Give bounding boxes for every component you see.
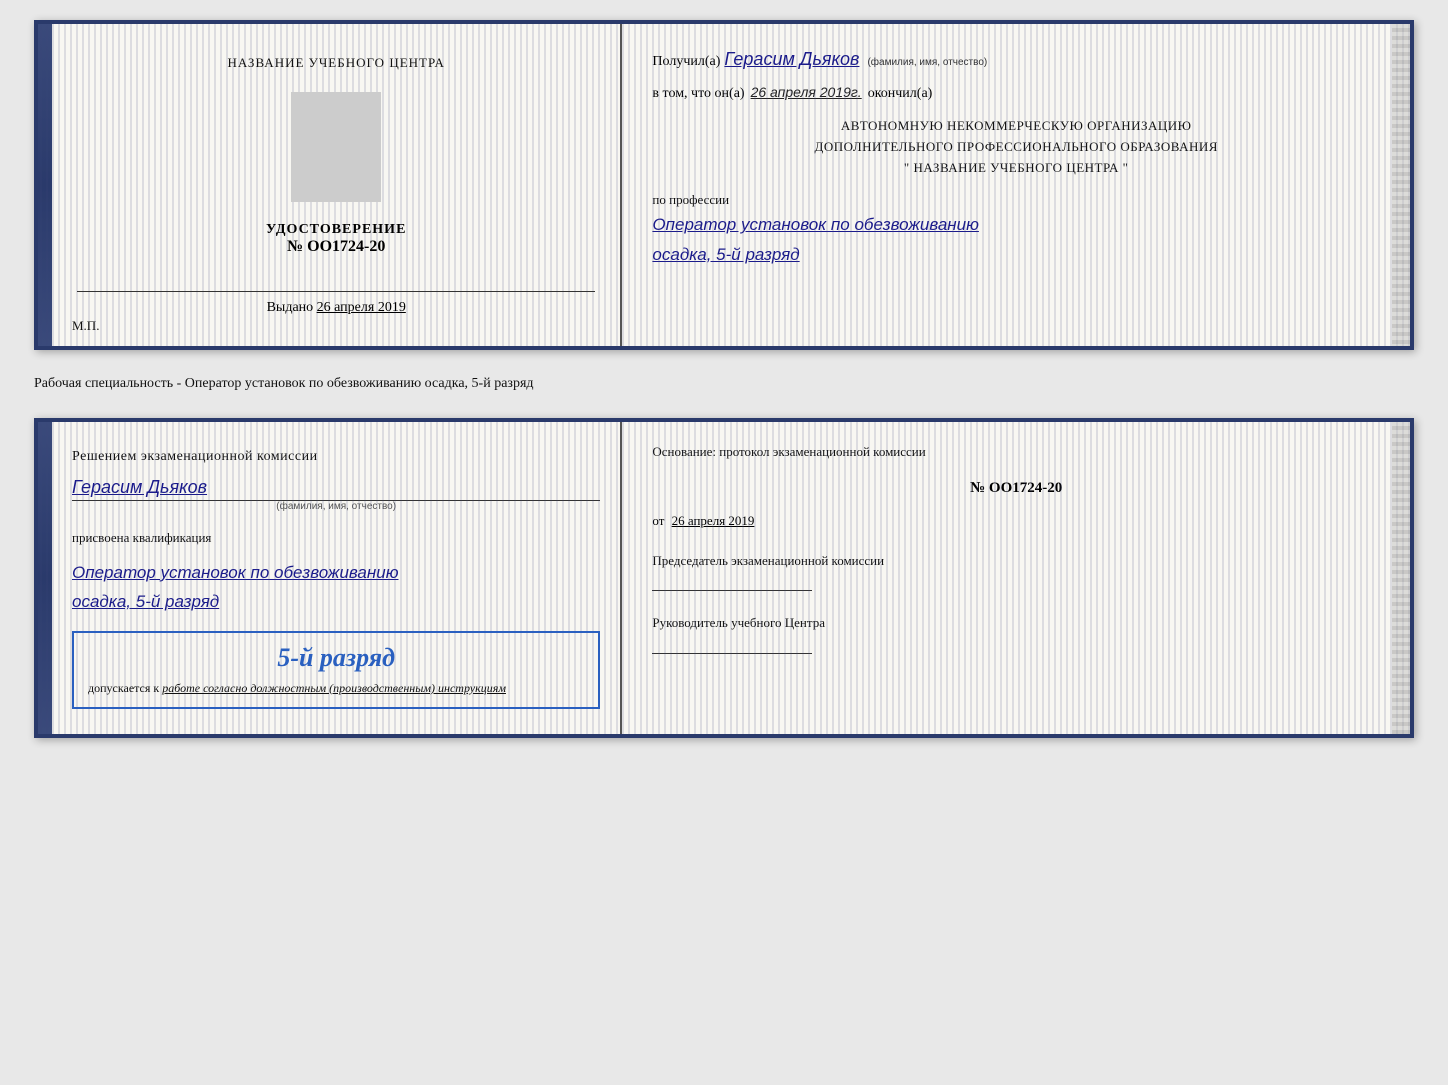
- right-texture-2: [1392, 422, 1410, 734]
- vtom-date: 26 апреля 2019г.: [751, 84, 862, 100]
- protocol-number-block: № OO1724-20: [652, 474, 1380, 497]
- org-line1: АВТОНОМНУЮ НЕКОММЕРЧЕСКУЮ ОРГАНИЗАЦИЮ: [652, 116, 1380, 137]
- rukovoditel-block: Руководитель учебного Центра: [652, 613, 1380, 654]
- card1-left-panel: НАЗВАНИЕ УЧЕБНОГО ЦЕНТРА УДОСТОВЕРЕНИЕ №…: [52, 24, 622, 346]
- right-texture: [1392, 24, 1410, 346]
- certificate-card-2: Решением экзаменационной комиссии Гераси…: [34, 418, 1414, 738]
- chairman-block: Председатель экзаменационной комиссии: [652, 551, 1380, 592]
- certificate-card-1: НАЗВАНИЕ УЧЕБНОГО ЦЕНТРА УДОСТОВЕРЕНИЕ №…: [34, 20, 1414, 350]
- rukovoditel-sig-line: [652, 653, 812, 654]
- mp-label: М.П.: [72, 318, 99, 334]
- vtom-line: в том, что он(а) 26 апреля 2019г. окончи…: [652, 84, 1380, 102]
- person-name-block: Герасим Дьяков (фамилия, имя, отчество): [72, 477, 600, 512]
- qualification-block: Оператор установок по обезвоживанию осад…: [72, 556, 600, 615]
- cert-label: УДОСТОВЕРЕНИЕ: [266, 222, 406, 238]
- recipient-line: Получил(а) Герасим Дьяков (фамилия, имя,…: [652, 49, 1380, 70]
- card2-right-panel: Основание: протокол экзаменационной коми…: [622, 422, 1410, 734]
- separator-text: Рабочая специальность - Оператор установ…: [34, 368, 1414, 400]
- recipient-name: Герасим Дьяков: [724, 49, 859, 70]
- protocol-number: № OO1724-20: [652, 480, 1380, 497]
- photo-placeholder: [291, 92, 381, 202]
- vydano-date: 26 апреля 2019: [317, 300, 406, 315]
- org-line2: ДОПОЛНИТЕЛЬНОГО ПРОФЕССИОНАЛЬНОГО ОБРАЗО…: [652, 137, 1380, 158]
- osnov-line: Основание: протокол экзаменационной коми…: [652, 442, 1380, 462]
- chairman-sig-line: [652, 590, 812, 591]
- prisvoena-label: присвоена квалификация: [72, 530, 600, 546]
- center-name-title: НАЗВАНИЕ УЧЕБНОГО ЦЕНТРА: [227, 54, 444, 72]
- card-spine-left-2: [38, 422, 52, 734]
- okoncil-text: окончил(а): [868, 86, 933, 102]
- profession-line1: Оператор установок по обезвоживанию: [652, 212, 1380, 238]
- card2-left-panel: Решением экзаменационной комиссии Гераси…: [52, 422, 622, 734]
- stamp-box: 5-й разряд допускается к работе согласно…: [72, 631, 600, 709]
- recipient-prefix: Получил(а): [652, 54, 720, 70]
- vydano-line: Выдано 26 апреля 2019: [267, 300, 406, 316]
- vtom-text: в том, что он(а): [652, 86, 744, 102]
- signature-line-1: [77, 291, 595, 292]
- ot-label: от: [652, 513, 664, 528]
- chairman-label: Председатель экзаменационной комиссии: [652, 551, 1380, 571]
- stamp-text: допускается к: [88, 681, 159, 695]
- po-professii: по профессии: [652, 192, 1380, 208]
- qualification-line2: осадка, 5-й разряд: [72, 589, 600, 615]
- rukovoditel-label: Руководитель учебного Центра: [652, 613, 1380, 633]
- resheniem-title: Решением экзаменационной комиссии: [72, 447, 600, 467]
- vydano-label: Выдано: [267, 300, 314, 315]
- profession-block: по профессии Оператор установок по обезв…: [652, 192, 1380, 267]
- page-container: НАЗВАНИЕ УЧЕБНОГО ЦЕНТРА УДОСТОВЕРЕНИЕ №…: [34, 20, 1414, 738]
- card1-right-panel: Получил(а) Герасим Дьяков (фамилия, имя,…: [622, 24, 1410, 346]
- ot-line: от 26 апреля 2019: [652, 513, 1380, 529]
- org-line3: " НАЗВАНИЕ УЧЕБНОГО ЦЕНТРА ": [652, 158, 1380, 179]
- qualification-line1: Оператор установок по обезвоживанию: [72, 560, 600, 586]
- udostoverenie-block: УДОСТОВЕРЕНИЕ № OO1724-20: [266, 222, 406, 256]
- card-spine-left: [38, 24, 52, 346]
- stamp-italic: работе согласно должностным (производств…: [162, 681, 506, 695]
- recipient-sub: (фамилия, имя, отчество): [867, 57, 987, 68]
- stamp-subtitle: допускается к работе согласно должностны…: [88, 679, 584, 697]
- stamp-title: 5-й разряд: [88, 643, 584, 673]
- cert-number: № OO1724-20: [266, 238, 406, 256]
- person-name: Герасим Дьяков: [72, 477, 207, 497]
- person-sub: (фамилия, имя, отчество): [72, 501, 600, 512]
- ot-date: 26 апреля 2019: [672, 513, 755, 528]
- org-block: АВТОНОМНУЮ НЕКОММЕРЧЕСКУЮ ОРГАНИЗАЦИЮ ДО…: [652, 116, 1380, 178]
- profession-line2: осадка, 5-й разряд: [652, 242, 1380, 268]
